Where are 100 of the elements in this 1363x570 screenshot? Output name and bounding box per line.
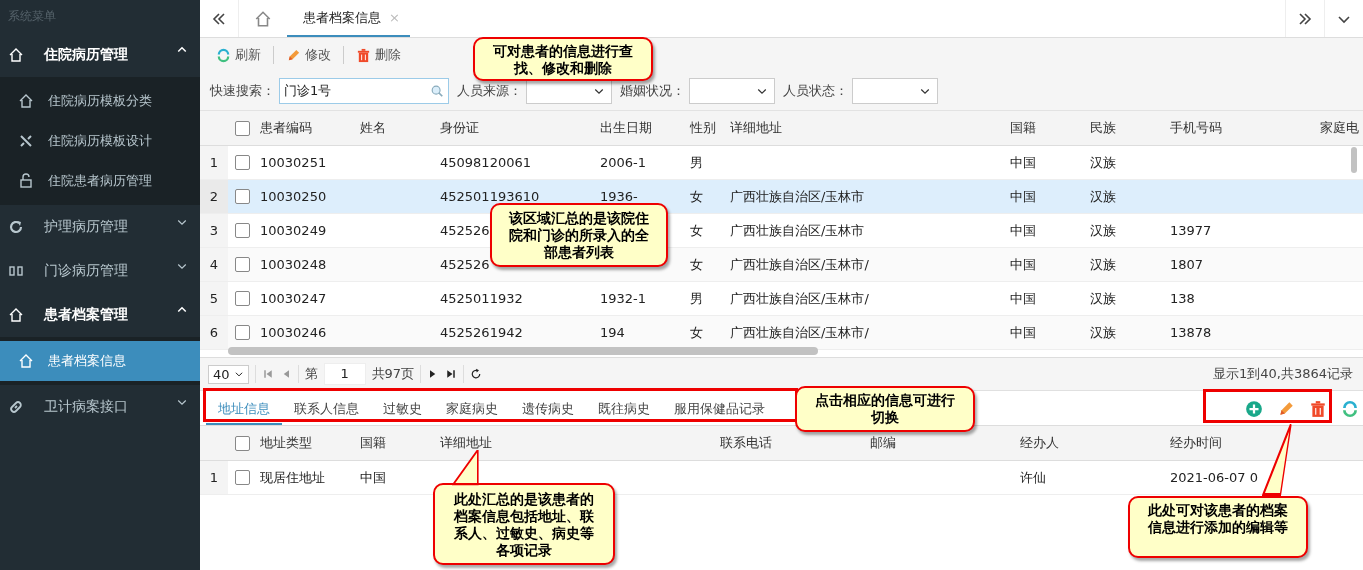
column-header[interactable]: 家庭电 [1316,119,1363,137]
column-header[interactable]: 出生日期 [596,119,686,137]
toolbar-button[interactable]: 删除 [354,44,403,66]
search-label: 快速搜索： [210,82,275,100]
table-cell: 女 [690,256,703,272]
table-cell: 汉族 [1090,154,1116,170]
table-cell: 2021-06-07 0 [1170,470,1258,485]
home-icon [8,307,24,323]
table-cell: 女 [690,324,703,340]
column-header[interactable]: 国籍 [1006,119,1086,137]
link-icon [8,399,24,415]
table-cell: 男 [690,290,703,306]
record-summary: 显示1到40,共3864记录 [1212,365,1353,383]
column-header[interactable]: 地址类型 [256,434,356,452]
row-number: 2 [200,180,228,213]
detail-tab[interactable]: 既往病史 [586,393,662,425]
table-cell: 10030248 [260,257,327,272]
row-number: 3 [200,214,228,247]
detail-tab[interactable]: 遗传病史 [510,393,586,425]
table-cell: 1936- [600,189,638,204]
column-header[interactable]: 联系电话 [716,434,866,452]
column-header[interactable]: 手机号码 [1166,119,1316,137]
reload-icon[interactable] [470,368,483,380]
page-label: 第 [304,365,318,383]
menu-group[interactable]: 护理病历管理 [0,205,200,249]
table-cell: 10030250 [260,189,327,204]
page-size-select[interactable]: 40 [208,364,249,384]
detail-tab[interactable]: 过敏史 [371,393,434,425]
table-cell: 广西壮族自治区/玉林市/ [730,256,869,272]
filter-label: 人员来源： [457,82,522,100]
table-cell: 2006-1 [600,155,647,170]
menu-group[interactable]: 住院病历管理 [0,33,200,77]
menu-item[interactable]: 住院病历模板设计 [0,121,200,161]
refresh-button[interactable] [1341,400,1359,418]
checkbox[interactable] [234,435,250,451]
checkbox[interactable] [234,189,250,204]
select-field[interactable] [852,78,938,104]
checkbox[interactable] [234,470,250,485]
column-header[interactable]: 患者编码 [256,119,356,137]
detail-tab[interactable]: 家庭病史 [434,393,510,425]
table-cell: 13977 [1170,223,1212,238]
table-cell: 男 [690,154,703,170]
checkbox[interactable] [234,223,250,238]
delete-button[interactable] [1309,400,1327,418]
column-header[interactable]: 详细地址 [726,119,1006,137]
first-page-icon[interactable] [261,368,274,380]
home-icon [18,93,34,109]
column-header[interactable]: 姓名 [356,119,436,137]
column-header[interactable]: 民族 [1086,119,1166,137]
search-field[interactable]: 门诊1号 [279,78,449,104]
column-header[interactable]: 身份证 [436,119,596,137]
add-button[interactable] [1245,400,1263,418]
callout: 此处可对该患者的档案信息进行添加的编辑等 [1128,496,1308,558]
callout: 此处汇总的是该患者的档案信息包括地址、联系人、过敏史、病史等各项记录 [433,483,615,565]
trash-icon [356,47,371,63]
table-cell: 广西壮族自治区/玉林市/ [730,324,869,340]
table-cell: 汉族 [1090,256,1116,272]
add-icon [1245,400,1263,418]
table-cell: 广西壮族自治区/玉林市 [730,188,865,204]
menu-group[interactable]: 卫计病案接口 [0,385,200,429]
column-header[interactable]: 性别 [686,119,726,137]
last-page-icon[interactable] [445,368,458,380]
callout: 可对患者的信息进行查找、修改和删除 [473,37,653,81]
edit-button[interactable] [1277,400,1295,418]
table-row[interactable]: 6 10030246 4525261942 194 女 广西壮族自治区/玉林市/ 中国 汉族 13878 [200,316,1363,350]
table-cell: 中国 [1010,256,1036,272]
column-header[interactable]: 邮编 [866,434,1016,452]
column-header[interactable]: 国籍 [356,434,436,452]
search-icon [430,84,444,98]
lock-icon [18,173,34,189]
column-header[interactable]: 详细地址 [436,434,716,452]
checkbox[interactable] [234,155,250,170]
columns-icon [8,263,24,279]
menu-group[interactable]: 患者档案管理 [0,293,200,337]
row-number: 1 [200,461,228,494]
home-icon [8,47,24,63]
callout: 点击相应的信息可进行切换 [795,386,975,432]
menu-item[interactable]: 患者档案信息 [0,341,200,381]
chevron-down-icon [233,369,244,379]
column-header[interactable]: 经办人 [1016,434,1166,452]
checkbox[interactable] [234,325,250,340]
detail-tab[interactable]: 服用保健品记录 [662,393,777,425]
page-field[interactable]: 1 [323,363,366,385]
toolbar-button[interactable]: 刷新 [214,44,263,66]
menu-group[interactable]: 门诊病历管理 [0,249,200,293]
column-header[interactable]: 经办时间 [1166,434,1316,452]
toolbar-button[interactable]: 修改 [284,44,333,66]
checkbox[interactable] [234,291,250,306]
detail-tab[interactable]: 联系人信息 [282,393,371,425]
checkbox[interactable] [234,120,250,136]
menu-item[interactable]: 住院患者病历管理 [0,161,200,201]
menu-item[interactable]: 住院病历模板分类 [0,81,200,121]
scrollbar[interactable] [1351,147,1357,173]
refresh-icon [216,47,231,63]
home-icon [18,353,34,369]
scrollbar[interactable] [228,347,818,355]
row-number: 6 [200,316,228,349]
checkbox[interactable] [234,257,250,272]
select-field[interactable] [689,78,775,104]
refresh-icon [1341,400,1359,418]
